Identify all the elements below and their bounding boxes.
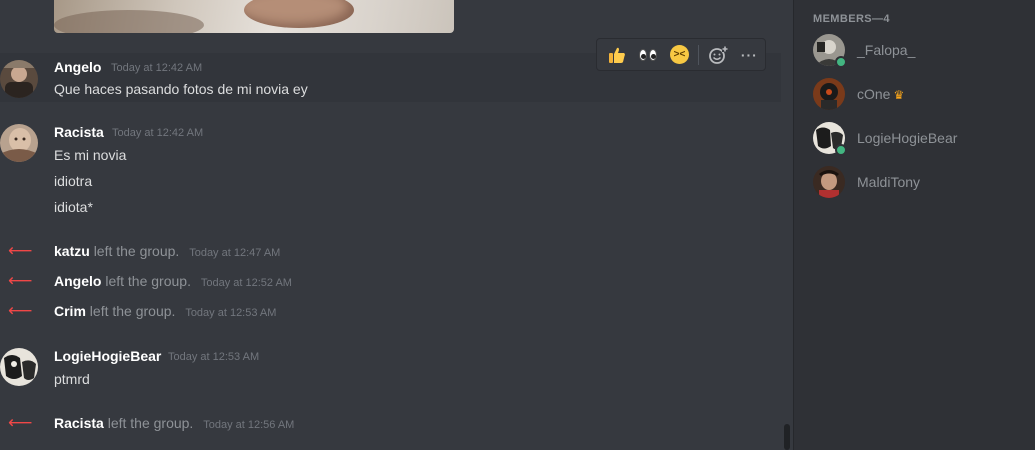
add-reaction-icon[interactable]	[702, 39, 733, 70]
system-user[interactable]: Angelo	[54, 273, 101, 289]
attachment-subject	[244, 0, 354, 28]
chat-scrollbar[interactable]	[783, 420, 791, 450]
system-action: left the group.	[107, 415, 194, 431]
avatar[interactable]	[0, 348, 38, 386]
more-options-glyph: ···	[740, 46, 758, 63]
message-timestamp: Today at 12:53 AM	[168, 351, 260, 363]
message-group[interactable]: LogieHogieBear Today at 12:53 AM ptmrd	[0, 347, 781, 391]
message-timestamp: Today at 12:42 AM	[111, 62, 203, 74]
message-text: Es mi novia	[54, 147, 127, 163]
system-timestamp: Today at 12:47 AM	[189, 247, 281, 259]
chat-area: Angelo Today at 12:42 AM Que haces pasan…	[0, 0, 793, 450]
crown-icon: ♛	[893, 88, 905, 102]
system-timestamp: Today at 12:56 AM	[203, 419, 295, 431]
member-name: _Falopa_	[857, 42, 916, 58]
system-user[interactable]: Crim	[54, 303, 86, 319]
attachment-fabric	[54, 10, 204, 33]
online-status-indicator	[835, 144, 847, 156]
system-user[interactable]: katzu	[54, 243, 90, 259]
member-list: MEMBERS—4 _Falopa_ cOne ♛ LogieHogieBear…	[793, 0, 1035, 450]
member-item[interactable]: cOne ♛	[794, 71, 1035, 115]
more-options-icon[interactable]: ···	[734, 39, 765, 70]
system-action: left the group.	[105, 273, 191, 289]
system-timestamp: Today at 12:52 AM	[200, 277, 292, 289]
image-attachment[interactable]	[54, 0, 454, 33]
message-text: idiotra	[54, 173, 93, 189]
system-timestamp: Today at 12:53 AM	[185, 307, 277, 319]
eyes-emoji-icon[interactable]	[632, 39, 663, 70]
message-author[interactable]: Angelo	[54, 59, 101, 75]
system-action: left the group.	[93, 243, 180, 259]
message-text: idiota*	[54, 199, 93, 215]
member-name-wrapper: cOne ♛	[857, 86, 904, 102]
member-item[interactable]: _Falopa_	[794, 27, 1035, 71]
left-arrow-icon: ⟵	[8, 301, 33, 320]
message-timestamp: Today at 12:42 AM	[112, 127, 204, 139]
laughing-emoji-icon[interactable]: ><	[664, 39, 695, 70]
system-message-left-group: ⟵ katzu left the group. Today at 12:47 A…	[0, 240, 781, 262]
members-header: MEMBERS—4	[813, 13, 890, 25]
avatar	[813, 78, 845, 110]
member-name: cOne	[857, 86, 891, 102]
left-arrow-icon: ⟵	[8, 413, 33, 432]
member-name: LogieHogieBear	[857, 130, 958, 146]
online-status-indicator	[835, 56, 847, 68]
message-author[interactable]: LogieHogieBear	[54, 348, 161, 364]
system-action: left the group.	[89, 303, 176, 319]
thumbs-up-emoji-icon[interactable]	[601, 39, 632, 70]
avatar	[813, 166, 845, 198]
message-group[interactable]: Racista Today at 12:42 AM Es mi novia id…	[0, 123, 781, 215]
left-arrow-icon: ⟵	[8, 241, 33, 260]
avatar[interactable]	[0, 60, 38, 98]
member-name: MaldiTony	[857, 174, 921, 190]
system-message-left-group: ⟵ Crim left the group. Today at 12:53 AM	[0, 300, 781, 322]
avatar[interactable]	[0, 124, 38, 162]
system-message-left-group: ⟵ Angelo left the group. Today at 12:52 …	[0, 270, 781, 292]
left-arrow-icon: ⟵	[8, 271, 33, 290]
system-message-left-group: ⟵ Racista left the group. Today at 12:56…	[0, 412, 781, 434]
scrollbar-thumb[interactable]	[784, 424, 790, 450]
member-item[interactable]: LogieHogieBear	[794, 115, 1035, 159]
system-user[interactable]: Racista	[54, 415, 104, 431]
message-author[interactable]: Racista	[54, 124, 104, 140]
message-action-toolbar: >< ···	[596, 38, 766, 71]
toolbar-divider	[698, 44, 700, 65]
message-text: ptmrd	[54, 371, 90, 387]
message-text: Que haces pasando fotos de mi novia ey	[54, 81, 308, 97]
member-item[interactable]: MaldiTony	[794, 159, 1035, 203]
